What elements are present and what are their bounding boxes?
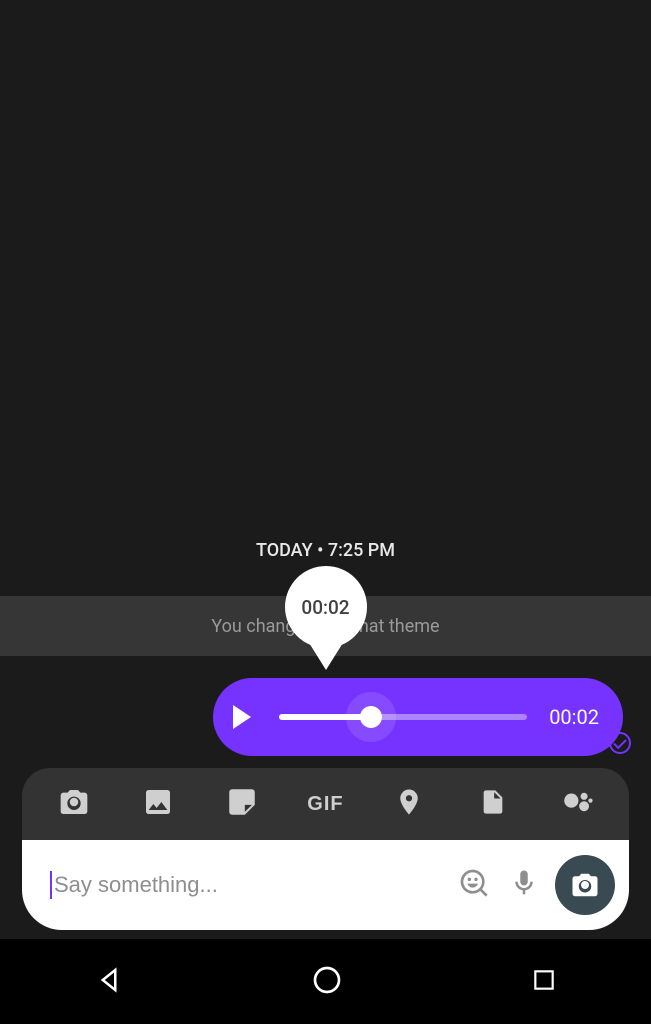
sticker-icon[interactable] [207, 785, 277, 823]
delivered-check-icon [609, 732, 631, 754]
slider-tooltip: 00:02 [285, 566, 367, 648]
time-label: 7:25 PM [328, 540, 395, 561]
slider-thumb[interactable] [360, 706, 382, 728]
day-label: TODAY [256, 540, 313, 561]
location-icon[interactable] [374, 787, 444, 821]
tooltip-time: 00:02 [301, 596, 349, 619]
camera-icon[interactable] [39, 786, 109, 822]
assistant-icon[interactable] [542, 785, 612, 823]
chat-area: TODAY • 7:25 PM You changed the chat the… [0, 0, 651, 939]
system-nav-bar [0, 939, 651, 1024]
file-icon[interactable] [458, 788, 528, 820]
text-cursor [50, 871, 52, 899]
message-input[interactable] [54, 872, 449, 898]
gif-button[interactable]: GIF [290, 793, 360, 816]
play-button[interactable] [233, 705, 251, 729]
audio-duration: 00:02 [549, 705, 599, 729]
gif-label: GIF [307, 793, 343, 815]
audio-message-bubble: 00:02 [213, 678, 623, 756]
chat-screen: TODAY • 7:25 PM You changed the chat the… [0, 0, 651, 1024]
microphone-icon[interactable] [499, 868, 549, 902]
message-input-bar [22, 840, 629, 930]
separator: • [317, 540, 323, 561]
audio-slider[interactable] [279, 714, 527, 720]
recents-button[interactable] [531, 967, 557, 997]
gallery-icon[interactable] [123, 786, 193, 822]
back-button[interactable] [94, 965, 124, 999]
day-timestamp: TODAY • 7:25 PM [0, 540, 651, 561]
emoji-search-icon[interactable] [449, 867, 499, 903]
attachment-bar: GIF [22, 768, 629, 840]
home-button[interactable] [311, 964, 343, 1000]
camera-capture-button[interactable] [555, 855, 615, 915]
